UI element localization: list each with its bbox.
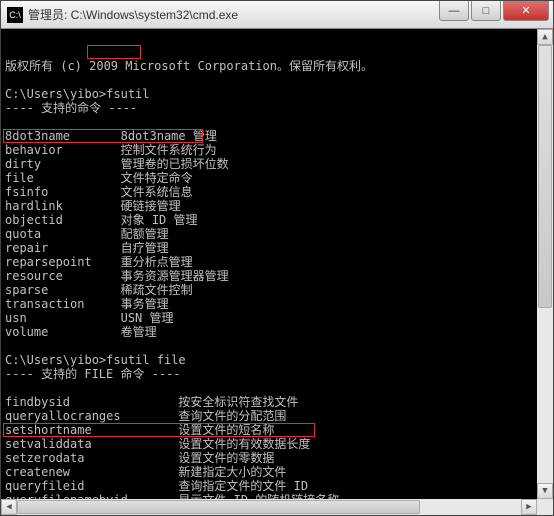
- console-line: reparsepoint 重分析点管理: [5, 255, 549, 269]
- console-line: 版权所有 (c) 2009 Microsoft Corporation。保留所有…: [5, 59, 549, 73]
- console-line: [5, 73, 549, 87]
- scroll-thumb[interactable]: [538, 45, 552, 308]
- console-line: [5, 381, 549, 395]
- titlebar[interactable]: C:\ 管理员: C:\Windows\system32\cmd.exe — □…: [1, 1, 553, 29]
- console-line: usn USN 管理: [5, 311, 549, 325]
- horizontal-scrollbar[interactable]: ◀ ▶: [1, 499, 537, 515]
- console-line: setzerodata 设置文件的零数据: [5, 451, 549, 465]
- close-button[interactable]: ✕: [503, 1, 549, 21]
- console-line: queryallocranges 查询文件的分配范围: [5, 409, 549, 423]
- console-line: resource 事务资源管理器管理: [5, 269, 549, 283]
- console-line: C:\Users\yibo>fsutil file: [5, 353, 549, 367]
- console-line: volume 卷管理: [5, 325, 549, 339]
- minimize-button[interactable]: —: [439, 1, 469, 21]
- console-line: C:\Users\yibo>fsutil: [5, 87, 549, 101]
- highlight-box: [87, 45, 141, 59]
- console-line: [5, 115, 549, 129]
- console-line: file 文件特定命令: [5, 171, 549, 185]
- console-line: hardlink 硬链接管理: [5, 199, 549, 213]
- scroll-left-icon[interactable]: ◀: [1, 499, 17, 515]
- cmd-icon: C:\: [7, 7, 23, 23]
- console-line: setshortname 设置文件的短名称: [5, 423, 549, 437]
- console-line: findbysid 按安全标识符查找文件: [5, 395, 549, 409]
- scroll-track-h[interactable]: [17, 499, 521, 515]
- console-output[interactable]: 版权所有 (c) 2009 Microsoft Corporation。保留所有…: [1, 29, 553, 515]
- console-line: repair 自疗管理: [5, 241, 549, 255]
- window-title: 管理员: C:\Windows\system32\cmd.exe: [28, 6, 439, 23]
- console-line: 8dot3name 8dot3name 管理: [5, 129, 549, 143]
- console-line: ---- 支持的 FILE 命令 ----: [5, 367, 549, 381]
- window: C:\ 管理员: C:\Windows\system32\cmd.exe — □…: [0, 0, 554, 516]
- scroll-down-icon[interactable]: ▼: [537, 483, 553, 499]
- console-line: dirty 管理卷的已损坏位数: [5, 157, 549, 171]
- console-line: objectid 对象 ID 管理: [5, 213, 549, 227]
- console-line: createnew 新建指定大小的文件: [5, 465, 549, 479]
- scroll-right-icon[interactable]: ▶: [521, 499, 537, 515]
- console-line: fsinfo 文件系统信息: [5, 185, 549, 199]
- console-line: transaction 事务管理: [5, 297, 549, 311]
- scroll-track[interactable]: [537, 45, 553, 483]
- console-line: queryfileid 查询指定文件的文件 ID: [5, 479, 549, 493]
- console-line: ---- 支持的命令 ----: [5, 101, 549, 115]
- scroll-corner: [537, 499, 553, 515]
- scroll-thumb-h[interactable]: [17, 500, 420, 514]
- maximize-button[interactable]: □: [471, 1, 501, 21]
- scroll-up-icon[interactable]: ▲: [537, 29, 553, 45]
- console-line: quota 配额管理: [5, 227, 549, 241]
- window-buttons: — □ ✕: [439, 1, 553, 21]
- console-line: sparse 稀疏文件控制: [5, 283, 549, 297]
- console-line: setvaliddata 设置文件的有效数据长度: [5, 437, 549, 451]
- console-line: behavior 控制文件系统行为: [5, 143, 549, 157]
- vertical-scrollbar[interactable]: ▲ ▼: [537, 29, 553, 499]
- console-line: [5, 339, 549, 353]
